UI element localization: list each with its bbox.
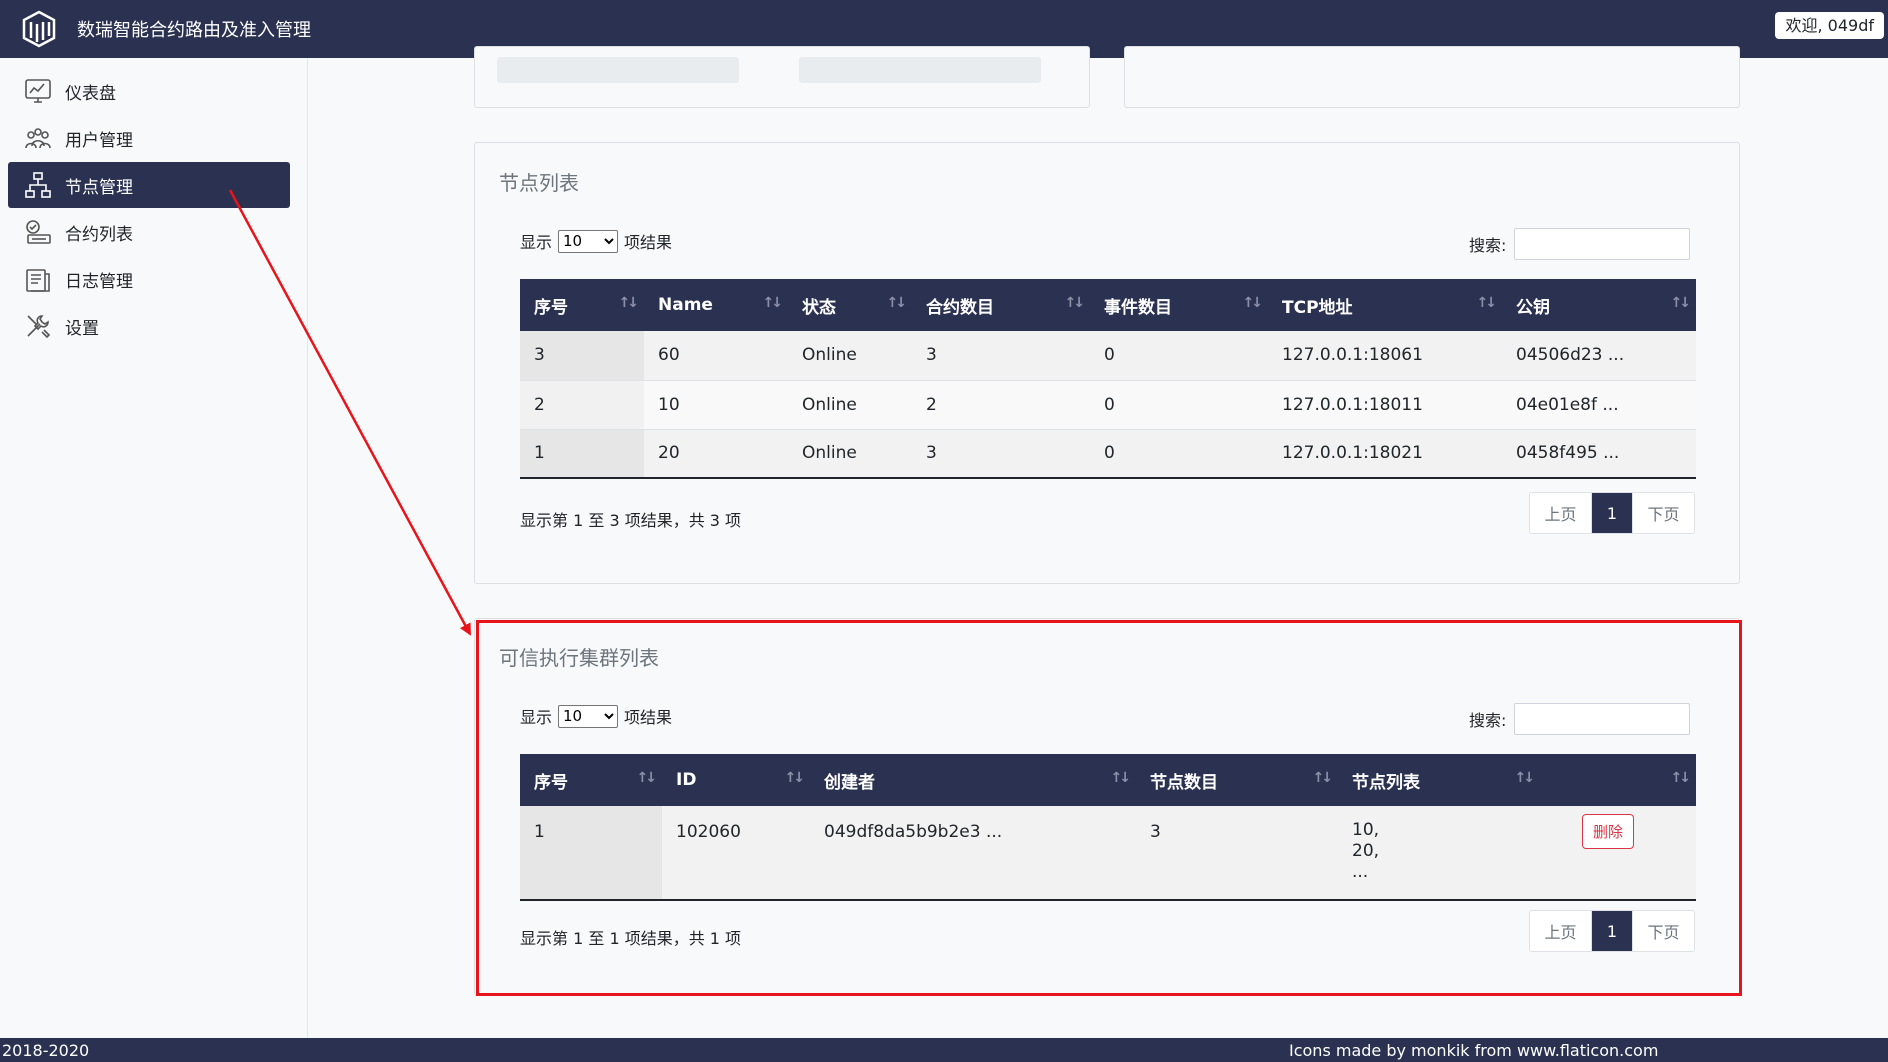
search-control: 搜索: — [1469, 228, 1691, 260]
sort-icon: ↑↓ — [762, 295, 784, 311]
copyright-text: 2018-2020 — [2, 1041, 90, 1060]
contract-icon — [26, 220, 51, 244]
sidebar-item-dashboard[interactable]: 仪表盘 — [8, 68, 290, 114]
table-row[interactable]: 2 10 Online 2 0 127.0.0.1:18011 04e01e8f… — [520, 380, 1696, 430]
column-header[interactable]: 事件数目 ↑↓ — [1090, 279, 1268, 331]
node-list-card: 节点列表 显示 10 项结果 搜索: 序号 ↑↓ Name ↑↓ 状态 ↑↓ 合约数目… — [474, 142, 1740, 584]
sidebar-item-contracts[interactable]: 合约列表 — [8, 209, 290, 255]
table-cell: 1 — [520, 429, 644, 479]
app-title: 数瑞智能合约路由及准入管理 — [77, 20, 311, 41]
sidebar-item-logs[interactable]: 日志管理 — [8, 256, 290, 302]
sort-icon: ↑↓ — [1242, 295, 1264, 311]
sidebar-item-label: 日志管理 — [65, 271, 133, 292]
sort-icon: ↑↓ — [1670, 295, 1692, 311]
column-header[interactable]: 公钥 ↑↓ — [1502, 279, 1696, 331]
table-row[interactable]: 1 20 Online 3 0 127.0.0.1:18021 0458f495… — [520, 429, 1696, 479]
network-icon — [25, 172, 51, 198]
sidebar-item-settings[interactable]: 设置 — [8, 303, 290, 349]
card-button[interactable] — [497, 57, 739, 83]
table-row[interactable]: 3 60 Online 3 0 127.0.0.1:18061 04506d23… — [520, 331, 1696, 381]
icon-credit-text: Icons made by monkik from www.flaticon.c… — [1289, 1041, 1659, 1060]
table-cell: 127.0.0.1:18011 — [1268, 380, 1502, 430]
log-icon — [26, 269, 50, 292]
footer: 2018-2020 Icons made by monkik from www.… — [0, 1038, 1888, 1062]
column-header[interactable]: TCP地址 ↑↓ — [1268, 279, 1502, 331]
table-cell: 2 — [520, 380, 644, 430]
sidebar-item-label: 设置 — [65, 318, 99, 339]
pagination: 上页 1 下页 — [1529, 492, 1695, 534]
logo-icon[interactable] — [22, 10, 56, 48]
node-list-title: 节点列表 — [499, 171, 579, 195]
user-welcome-button[interactable]: 欢迎, 049df — [1775, 12, 1884, 39]
table-cell: 3 — [912, 429, 1090, 479]
current-page-button[interactable]: 1 — [1592, 493, 1632, 533]
dashboard-icon — [25, 79, 51, 103]
top-card-left — [474, 46, 1090, 108]
sidebar-item-label: 节点管理 — [65, 177, 133, 198]
table-cell: 04506d23 ... — [1502, 331, 1696, 381]
table-cell: 0 — [1090, 380, 1268, 430]
table-cell: 0458f495 ... — [1502, 429, 1696, 479]
sort-icon: ↑↓ — [1476, 295, 1498, 311]
users-icon — [25, 128, 51, 149]
show-prefix: 显示 — [520, 233, 553, 252]
table-cell: 04e01e8f ... — [1502, 380, 1696, 430]
table-cell: 2 — [912, 380, 1090, 430]
node-table: 序号 ↑↓ Name ↑↓ 状态 ↑↓ 合约数目 ↑↓ 事件数目 ↑↓ TCP地址 ↑↓ 公… — [520, 279, 1696, 479]
prev-page-button[interactable]: 上页 — [1530, 493, 1592, 533]
annotation-highlight-box — [476, 620, 1742, 996]
table-cell: 10 — [644, 380, 788, 430]
sort-icon: ↑↓ — [1064, 295, 1086, 311]
table-cell: 3 — [912, 331, 1090, 381]
column-header[interactable]: Name ↑↓ — [644, 279, 788, 331]
sort-icon: ↑↓ — [886, 295, 908, 311]
table-header-row: 序号 ↑↓ Name ↑↓ 状态 ↑↓ 合约数目 ↑↓ 事件数目 ↑↓ TCP地址 ↑↓ 公… — [520, 279, 1696, 331]
table-cell: Online — [788, 380, 912, 430]
table-info: 显示第 1 至 3 项结果，共 3 项 — [520, 511, 742, 530]
column-header[interactable]: 状态 ↑↓ — [788, 279, 912, 331]
column-header[interactable]: 序号 ↑↓ — [520, 279, 644, 331]
sort-icon: ↑↓ — [618, 295, 640, 311]
page-length-select[interactable]: 10 — [558, 229, 619, 253]
sidebar-item-label: 合约列表 — [65, 224, 133, 245]
sidebar-item-nodes[interactable]: 节点管理 — [8, 162, 290, 208]
sidebar-item-label: 用户管理 — [65, 130, 133, 151]
column-header[interactable]: 合约数目 ↑↓ — [912, 279, 1090, 331]
table-cell: 127.0.0.1:18061 — [1268, 331, 1502, 381]
table-cell: 127.0.0.1:18021 — [1268, 429, 1502, 479]
table-cell: 20 — [644, 429, 788, 479]
table-cell: 0 — [1090, 331, 1268, 381]
page-length-control: 显示 10 项结果 — [520, 229, 672, 253]
next-page-button[interactable]: 下页 — [1632, 493, 1694, 533]
search-input[interactable] — [1514, 228, 1691, 260]
settings-icon — [27, 315, 51, 339]
table-cell: 60 — [644, 331, 788, 381]
sidebar: 仪表盘 用户管理 节点管理 合约列表 日志管理 设置 — [0, 58, 308, 1038]
table-cell: Online — [788, 331, 912, 381]
table-cell: 0 — [1090, 429, 1268, 479]
card-button[interactable] — [799, 57, 1041, 83]
table-cell: Online — [788, 429, 912, 479]
search-label: 搜索: — [1469, 236, 1507, 255]
show-suffix: 项结果 — [624, 233, 673, 252]
sidebar-item-users[interactable]: 用户管理 — [8, 115, 290, 161]
top-card-right — [1124, 46, 1740, 108]
sidebar-item-label: 仪表盘 — [65, 83, 116, 104]
table-cell: 3 — [520, 331, 644, 381]
